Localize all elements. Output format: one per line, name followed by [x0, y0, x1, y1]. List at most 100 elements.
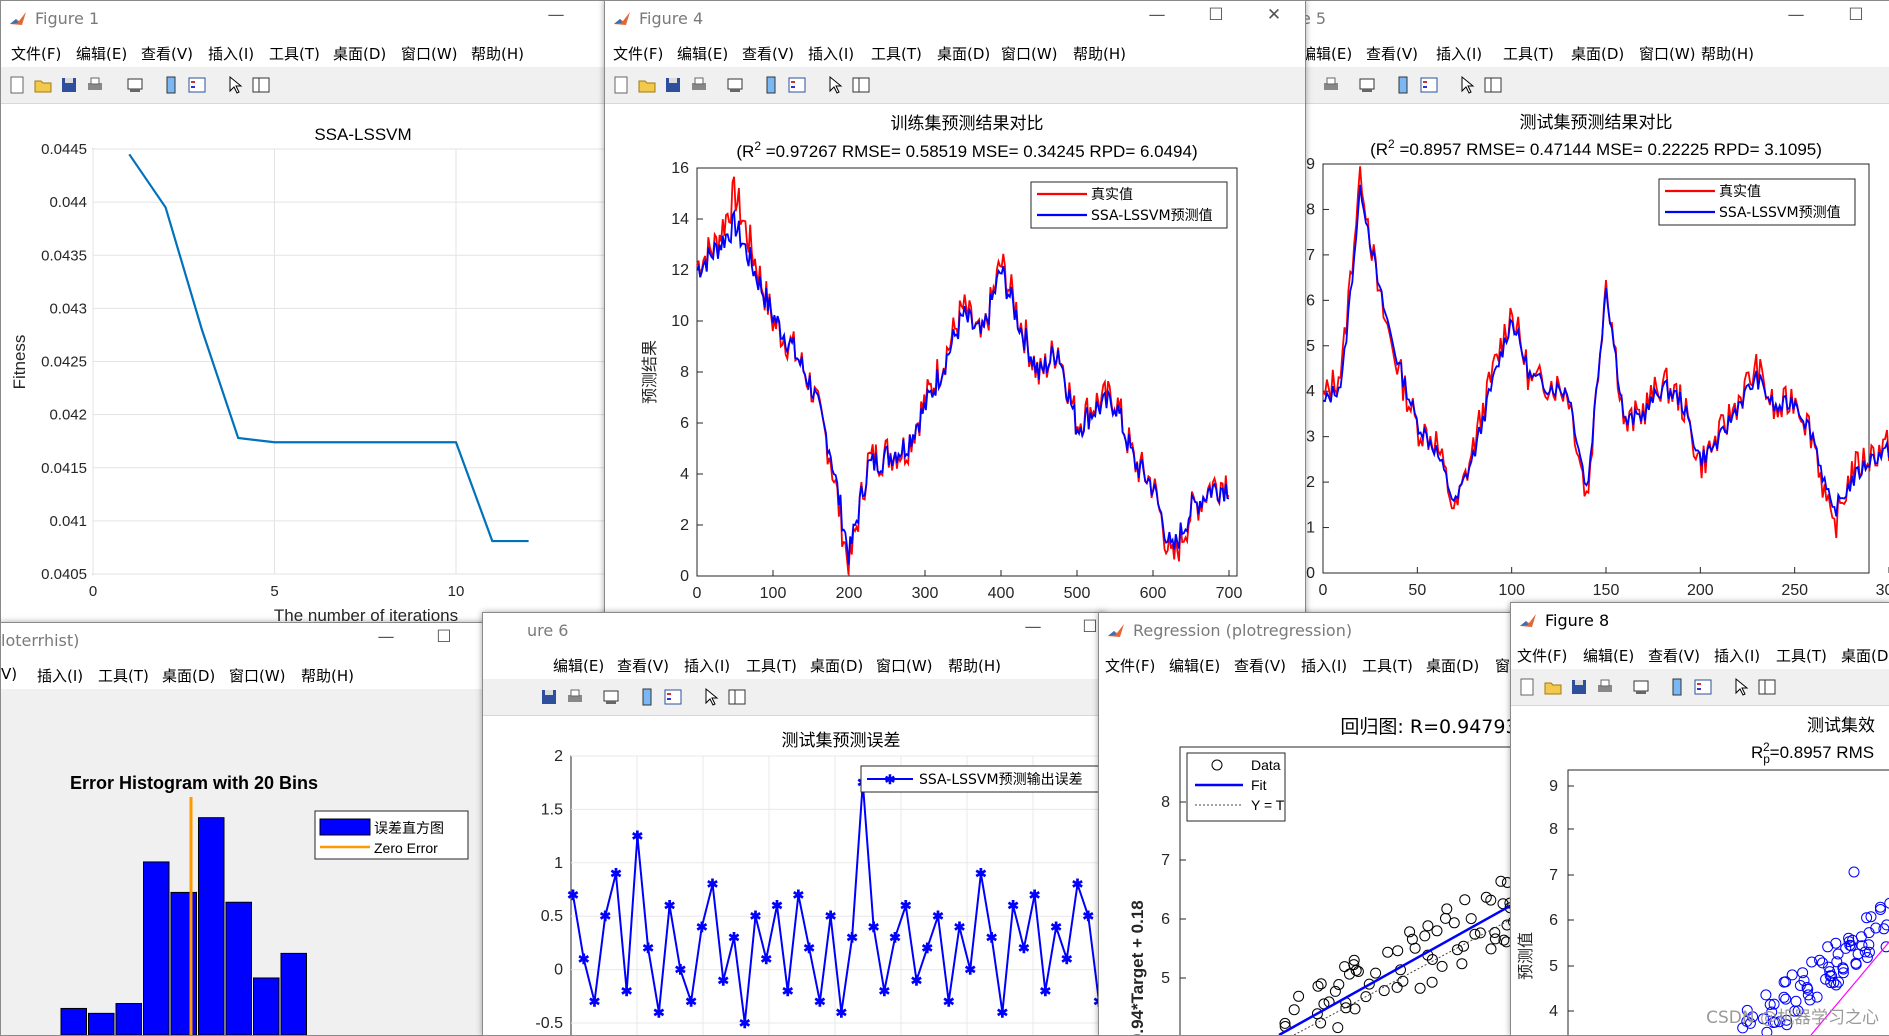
menu-edit[interactable]: 编辑(E) — [76, 43, 127, 64]
menu-edit[interactable]: 编辑(E) — [553, 655, 604, 676]
menu-desktop[interactable]: 桌面(D) — [1426, 655, 1479, 676]
errhist-window[interactable]: loterrhist) — ☐ ✕ V) 插入(I) 工具(T) 桌面(D) 窗… — [0, 622, 536, 1036]
figure6-window[interactable]: ure 6 — ☐ 编辑(E) 查看(V) 插入(I) 工具(T) 桌面(D) … — [482, 612, 1105, 1036]
pointer-icon[interactable] — [225, 75, 245, 95]
close-icon[interactable]: ✕ — [1259, 5, 1289, 25]
colorbar-icon[interactable] — [637, 687, 657, 707]
menu-desktop[interactable]: 桌面(D) — [162, 665, 215, 686]
maximize-icon[interactable]: ☐ — [1201, 5, 1231, 25]
menu-insert[interactable]: 插入(I) — [808, 43, 854, 64]
legend-icon[interactable] — [1419, 75, 1439, 95]
print-icon[interactable] — [565, 687, 585, 707]
menu-tools[interactable]: 工具(T) — [871, 43, 922, 64]
legend-icon[interactable] — [787, 75, 807, 95]
figure4-titlebar[interactable]: Figure 4 — ☐ ✕ — [605, 1, 1305, 37]
regression-window[interactable]: Regression (plotregression) 文件(F) 编辑(E) … — [1098, 612, 1520, 1036]
property-editor-icon[interactable] — [851, 75, 871, 95]
menu-view[interactable]: 查看(V) — [141, 43, 193, 64]
open-file-icon[interactable] — [1543, 677, 1563, 697]
menu-window[interactable]: 窗口(W) — [1639, 43, 1696, 64]
property-editor-icon[interactable] — [1757, 677, 1777, 697]
menu-file[interactable]: 文件(F) — [613, 43, 663, 64]
menu-tools[interactable]: 工具(T) — [98, 665, 149, 686]
figure5-titlebar[interactable]: e 5 — ☐ — [1281, 1, 1889, 37]
menu-view[interactable]: 查看(V) — [1648, 645, 1700, 666]
figure1-titlebar[interactable]: Figure 1 — — [1, 1, 609, 37]
save-icon[interactable] — [59, 75, 79, 95]
regression-titlebar[interactable]: Regression (plotregression) — [1099, 613, 1519, 649]
menu-view[interactable]: V) — [1, 665, 17, 683]
menu-edit[interactable]: 编辑(E) — [1583, 645, 1634, 666]
link-plot-icon[interactable] — [1357, 75, 1377, 95]
link-plot-icon[interactable] — [1631, 677, 1651, 697]
colorbar-icon[interactable] — [1667, 677, 1687, 697]
menu-window[interactable]: 窗口(W) — [876, 655, 933, 676]
menu-edit[interactable]: 编辑(E) — [1169, 655, 1220, 676]
figure6-titlebar[interactable]: ure 6 — ☐ — [483, 613, 1104, 649]
menu-window[interactable]: 窗 — [1495, 655, 1510, 676]
link-plot-icon[interactable] — [125, 75, 145, 95]
print-icon[interactable] — [85, 75, 105, 95]
pointer-icon[interactable] — [1457, 75, 1477, 95]
legend-icon[interactable] — [663, 687, 683, 707]
open-file-icon[interactable] — [637, 75, 657, 95]
menu-desktop[interactable]: 桌面(D) — [810, 655, 863, 676]
menu-tools[interactable]: 工具(T) — [1776, 645, 1827, 666]
menu-edit[interactable]: 编辑(E) — [677, 43, 728, 64]
figure8-titlebar[interactable]: Figure 8 — [1511, 603, 1889, 639]
menu-view[interactable]: 查看(V) — [1366, 43, 1418, 64]
print-icon[interactable] — [1321, 75, 1341, 95]
figure1-window[interactable]: Figure 1 — 文件(F) 编辑(E) 查看(V) 插入(I) 工具(T)… — [0, 0, 610, 630]
colorbar-icon[interactable] — [161, 75, 181, 95]
new-figure-icon[interactable] — [611, 75, 631, 95]
menu-desktop[interactable]: 桌面(D) — [1841, 645, 1889, 666]
save-icon[interactable] — [539, 687, 559, 707]
menu-insert[interactable]: 插入(I) — [1714, 645, 1760, 666]
menu-help[interactable]: 帮助(H) — [1701, 43, 1754, 64]
figure5-window[interactable]: e 5 — ☐ 编辑(E) 查看(V) 插入(I) 工具(T) 桌面(D) 窗口… — [1280, 0, 1889, 617]
menu-file[interactable]: 文件(F) — [11, 43, 61, 64]
print-icon[interactable] — [1595, 677, 1615, 697]
menu-tools[interactable]: 工具(T) — [1503, 43, 1554, 64]
new-figure-icon[interactable] — [1517, 677, 1537, 697]
legend-icon[interactable] — [1693, 677, 1713, 697]
menu-desktop[interactable]: 桌面(D) — [333, 43, 386, 64]
menu-tools[interactable]: 工具(T) — [746, 655, 797, 676]
menu-file[interactable]: 文件(F) — [1517, 645, 1567, 666]
minimize-icon[interactable]: — — [1142, 5, 1172, 25]
errhist-titlebar[interactable]: loterrhist) — ☐ ✕ — [1, 623, 535, 659]
menu-desktop[interactable]: 桌面(D) — [937, 43, 990, 64]
property-editor-icon[interactable] — [1483, 75, 1503, 95]
maximize-icon[interactable]: ☐ — [429, 627, 459, 647]
menu-insert[interactable]: 插入(I) — [1301, 655, 1347, 676]
print-icon[interactable] — [689, 75, 709, 95]
minimize-icon[interactable]: — — [371, 627, 401, 647]
pointer-icon[interactable] — [701, 687, 721, 707]
menu-help[interactable]: 帮助(H) — [471, 43, 524, 64]
menu-insert[interactable]: 插入(I) — [208, 43, 254, 64]
minimize-icon[interactable]: — — [1781, 5, 1811, 25]
menu-tools[interactable]: 工具(T) — [269, 43, 320, 64]
menu-window[interactable]: 窗口(W) — [401, 43, 458, 64]
save-icon[interactable] — [1569, 677, 1589, 697]
menu-desktop[interactable]: 桌面(D) — [1571, 43, 1624, 64]
menu-tools[interactable]: 工具(T) — [1362, 655, 1413, 676]
maximize-icon[interactable]: ☐ — [1841, 5, 1871, 25]
property-editor-icon[interactable] — [251, 75, 271, 95]
menu-insert[interactable]: 插入(I) — [37, 665, 83, 686]
menu-view[interactable]: 查看(V) — [1234, 655, 1286, 676]
figure8-window[interactable]: Figure 8 文件(F) 编辑(E) 查看(V) 插入(I) 工具(T) 桌… — [1510, 602, 1889, 1036]
link-plot-icon[interactable] — [725, 75, 745, 95]
open-file-icon[interactable] — [33, 75, 53, 95]
menu-help[interactable]: 帮助(H) — [1073, 43, 1126, 64]
menu-window[interactable]: 窗口(W) — [1001, 43, 1058, 64]
pointer-icon[interactable] — [825, 75, 845, 95]
save-icon[interactable] — [663, 75, 683, 95]
colorbar-icon[interactable] — [761, 75, 781, 95]
menu-file[interactable]: 文件(F) — [1105, 655, 1155, 676]
menu-insert[interactable]: 插入(I) — [1436, 43, 1482, 64]
menu-view[interactable]: 查看(V) — [617, 655, 669, 676]
menu-insert[interactable]: 插入(I) — [684, 655, 730, 676]
menu-help[interactable]: 帮助(H) — [301, 665, 354, 686]
pointer-icon[interactable] — [1731, 677, 1751, 697]
